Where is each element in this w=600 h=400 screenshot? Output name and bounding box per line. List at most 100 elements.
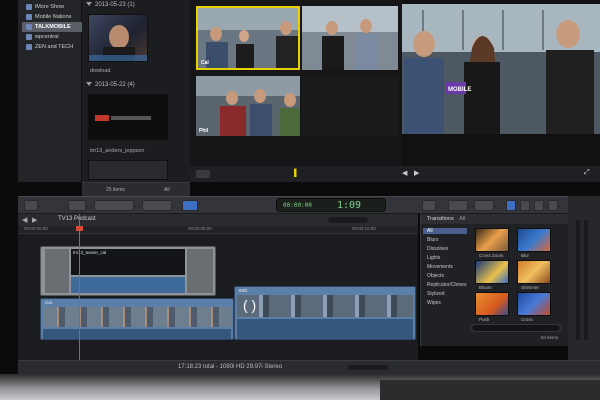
viewer-options-button[interactable] bbox=[196, 170, 210, 178]
clip-thumbnail[interactable] bbox=[88, 160, 168, 180]
ruler-label: 00:00:00:00 bbox=[24, 226, 48, 231]
fullscreen-icon[interactable]: ⤢ bbox=[584, 169, 590, 177]
zoom-filter[interactable]: All bbox=[164, 187, 170, 193]
category-blurs[interactable]: Blurs bbox=[427, 237, 438, 243]
keyword-button[interactable] bbox=[94, 200, 134, 211]
transition-handle[interactable] bbox=[187, 249, 213, 293]
item-count: 25 items bbox=[106, 187, 125, 193]
transitions-filter[interactable]: All bbox=[459, 216, 465, 222]
sidebar-item-talkmobile[interactable]: TALKMOBILE bbox=[22, 22, 82, 32]
play-reverse-icon[interactable]: ◀ bbox=[402, 169, 407, 177]
disclosure-triangle-icon[interactable] bbox=[86, 2, 92, 6]
connected-clip[interactable]: tm13_teaser_cal bbox=[40, 246, 216, 296]
transition-thumb[interactable] bbox=[475, 292, 509, 316]
blade-tool-button[interactable] bbox=[422, 200, 436, 211]
clip-name: Cal bbox=[45, 300, 52, 305]
library-sidebar: iMore Show Mobile Nations TALKMOBILE wpc… bbox=[18, 0, 82, 182]
audio-meter-right bbox=[584, 220, 588, 340]
sidebar-item-label: ZEN and TECH bbox=[35, 44, 74, 50]
angle-viewer: Cal Phil bbox=[190, 0, 402, 182]
transition-handle[interactable] bbox=[45, 249, 69, 293]
transition-thumb[interactable] bbox=[517, 228, 551, 252]
sidebar-item-label: Mobile Nations bbox=[35, 14, 72, 20]
playhead[interactable] bbox=[79, 214, 80, 364]
audio-waveform bbox=[71, 277, 185, 293]
angle-3[interactable]: Phil bbox=[196, 76, 300, 136]
category-dissolves[interactable]: Dissolves bbox=[427, 246, 448, 252]
ruler-label: 00:00:10:00 bbox=[352, 226, 376, 231]
sidebar-item-mobile-nations[interactable]: Mobile Nations bbox=[26, 12, 71, 22]
timeline-zoom-slider[interactable] bbox=[328, 217, 368, 223]
dashboard-timecode[interactable]: 00:00:00 1:09 bbox=[276, 198, 386, 212]
event-icon bbox=[26, 3, 32, 10]
audio-meter-left bbox=[576, 220, 580, 340]
audio-waveform bbox=[237, 319, 413, 339]
event-icon bbox=[26, 43, 32, 50]
angle-4[interactable] bbox=[302, 76, 398, 136]
category-stylized[interactable]: Stylized bbox=[427, 291, 445, 297]
back-arrow-icon[interactable]: ◀ bbox=[22, 216, 27, 224]
main-viewer[interactable]: MOBILE bbox=[402, 0, 600, 182]
sidebar-item-zen-and-tech[interactable]: ZEN and TECH bbox=[26, 42, 73, 52]
category-wipes[interactable]: Wipes bbox=[427, 300, 441, 306]
category-replicator-clones[interactable]: Replicator/Clones bbox=[427, 282, 466, 288]
transition-label: Cross Zoom bbox=[479, 253, 504, 258]
sidebar-item-label: iMore Show bbox=[35, 4, 65, 10]
transition-thumb[interactable] bbox=[475, 260, 509, 284]
transitions-browser: Transitions All All Blurs Dissolves Ligh… bbox=[420, 214, 569, 346]
transition-thumb[interactable] bbox=[475, 228, 509, 252]
event-browser: 2013-05-23 (1) dowload 2013-05-22 (4) tm… bbox=[82, 0, 190, 182]
category-lights[interactable]: Lights bbox=[427, 255, 440, 261]
primary-clip[interactable]: IMG ( ) bbox=[234, 286, 416, 340]
select-tool-button[interactable] bbox=[182, 200, 198, 211]
date-group-header[interactable]: 2013-05-22 (4) bbox=[86, 82, 135, 91]
photos-button[interactable] bbox=[474, 200, 494, 211]
person-thumbnail-image bbox=[89, 25, 147, 61]
play-icon[interactable]: ▶ bbox=[414, 169, 419, 177]
sidebar-item-imore-show[interactable]: iMore Show bbox=[26, 2, 64, 12]
category-objects[interactable]: Objects bbox=[427, 273, 444, 279]
timecode-display: 1:09 bbox=[337, 200, 362, 211]
clip-appearance-slider[interactable] bbox=[348, 365, 388, 370]
transition-thumb[interactable] bbox=[517, 292, 551, 316]
disclosure-triangle-icon[interactable] bbox=[86, 82, 92, 86]
themes-browser-button[interactable] bbox=[548, 200, 558, 211]
enhancements-button[interactable] bbox=[142, 200, 172, 211]
generators-browser-button[interactable] bbox=[534, 200, 544, 211]
transition-label: Blur bbox=[521, 253, 530, 258]
libraries-toggle-button[interactable] bbox=[24, 200, 38, 211]
angle-2[interactable] bbox=[302, 6, 398, 70]
event-icon bbox=[26, 33, 32, 40]
category-all[interactable]: All bbox=[423, 228, 467, 234]
clip-thumbnail[interactable] bbox=[88, 14, 148, 62]
clip-name: IMG bbox=[239, 288, 248, 293]
angle-label: Phil bbox=[199, 128, 209, 134]
final-cut-pro-window: iMore Show Mobile Nations TALKMOBILE wpc… bbox=[0, 0, 600, 400]
titles-browser-button[interactable] bbox=[520, 200, 530, 211]
import-button[interactable] bbox=[68, 200, 86, 211]
angle-label: Cal bbox=[201, 60, 209, 66]
clip-filmstrip bbox=[237, 295, 413, 317]
transition-thumb[interactable] bbox=[517, 260, 551, 284]
transitions-search-field[interactable] bbox=[471, 324, 561, 332]
effects-button[interactable] bbox=[448, 200, 468, 211]
category-movements[interactable]: Movements bbox=[427, 264, 453, 270]
date-group-header[interactable]: 2013-05-23 (1) bbox=[86, 2, 135, 11]
clip-thumbnail[interactable] bbox=[88, 94, 168, 140]
angle-video-frame bbox=[196, 76, 300, 136]
transition-label: Cross bbox=[521, 317, 533, 322]
primary-clip[interactable]: Cal bbox=[40, 298, 234, 340]
transitions-browser-button[interactable] bbox=[506, 200, 516, 211]
forward-arrow-icon[interactable]: ▶ bbox=[32, 216, 37, 224]
angle-1[interactable]: Cal bbox=[196, 6, 300, 70]
sidebar-item-wpcentral[interactable]: wpcentral bbox=[26, 32, 59, 42]
viewer-badge: MOBILE bbox=[448, 87, 471, 93]
event-icon bbox=[26, 13, 32, 20]
browser-toolbar: 25 items All bbox=[82, 182, 190, 196]
transitions-count: 84 items bbox=[541, 335, 559, 340]
main-toolbar: 00:00:00 1:09 bbox=[18, 196, 600, 214]
angle-switch-icon[interactable]: ▌ bbox=[294, 170, 299, 178]
viewer-video-frame: MOBILE bbox=[402, 4, 600, 134]
timeline[interactable]: tm13_teaser_cal Cal IMG ( ) bbox=[18, 234, 418, 360]
screen-bezel bbox=[0, 0, 18, 374]
